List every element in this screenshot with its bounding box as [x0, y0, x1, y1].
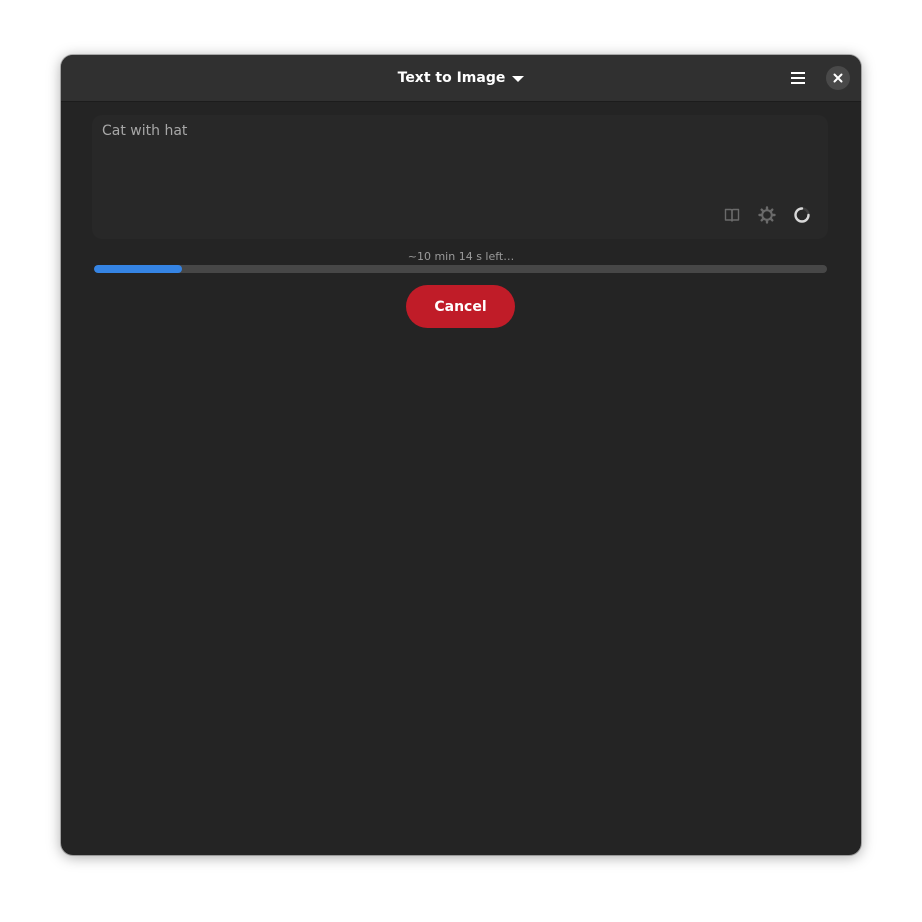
caret-down-icon [512, 75, 525, 82]
mode-dropdown[interactable]: Text to Image [61, 55, 861, 101]
close-button[interactable] [826, 66, 850, 90]
prompt-library-button[interactable] [722, 205, 742, 225]
hamburger-menu-icon [791, 72, 805, 84]
progress-fill [94, 265, 182, 273]
settings-button[interactable] [757, 205, 777, 225]
prompt-text: Cat with hat [102, 123, 188, 139]
window-title: Text to Image [397, 70, 506, 86]
cancel-button[interactable]: Cancel [406, 285, 515, 328]
close-icon [833, 73, 843, 83]
gear-icon [758, 206, 776, 224]
app-window: Text to Image Cat with hat ~10 min 14 s … [61, 55, 861, 855]
header-bar: Text to Image [61, 55, 861, 102]
time-remaining-label: ~10 min 14 s left… [407, 250, 515, 263]
generate-status [792, 205, 812, 225]
main-menu-button[interactable] [784, 66, 812, 90]
generation-progress-bar [94, 265, 827, 273]
prompt-input[interactable]: Cat with hat [92, 115, 828, 239]
book-icon [724, 208, 740, 222]
spinner-icon [794, 207, 810, 223]
